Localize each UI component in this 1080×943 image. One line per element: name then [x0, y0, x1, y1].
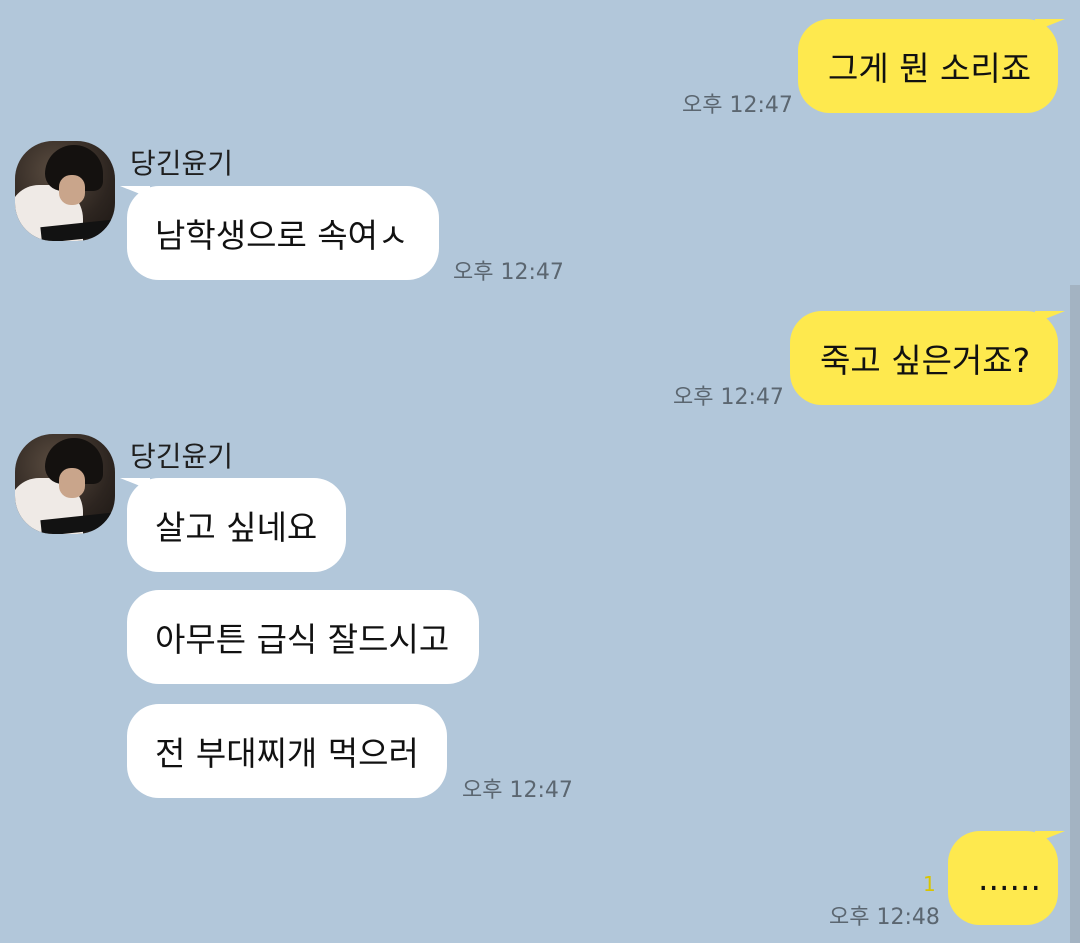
bubble-tail	[1035, 311, 1065, 323]
scrollbar[interactable]	[1070, 285, 1080, 943]
avatar[interactable]	[15, 141, 115, 241]
message-time: 오후 12:47	[682, 93, 793, 118]
message-bubble-mine[interactable]: 죽고 싶은거죠?	[790, 311, 1058, 405]
message-time: 오후 12:47	[453, 260, 564, 285]
message-time: 오후 12:47	[673, 385, 784, 410]
message-bubble-theirs[interactable]: 남학생으로 속여ㅅ	[127, 186, 439, 280]
message-bubble-mine[interactable]: ......	[948, 831, 1058, 925]
bubble-tail	[1035, 19, 1065, 31]
sender-name: 당긴윤기	[130, 440, 234, 473]
message-bubble-mine[interactable]: 그게 뭔 소리죠	[798, 19, 1058, 113]
bubble-tail	[120, 478, 150, 490]
unread-count: 1	[923, 872, 936, 896]
message-text: 전 부대찌개 먹으러	[155, 734, 419, 773]
message-time: 오후 12:47	[462, 778, 573, 803]
message-text: 아무튼 급식 잘드시고	[155, 620, 450, 659]
avatar-face	[59, 175, 85, 205]
message-bubble-theirs[interactable]: 살고 싶네요	[127, 478, 346, 572]
message-text: 그게 뭔 소리죠	[828, 49, 1032, 88]
message-text: 살고 싶네요	[155, 508, 318, 547]
sender-name: 당긴윤기	[130, 147, 234, 180]
message-time: 오후 12:48	[829, 905, 940, 930]
bubble-tail	[120, 186, 150, 198]
message-bubble-theirs[interactable]: 전 부대찌개 먹으러	[127, 704, 447, 798]
message-bubble-theirs[interactable]: 아무튼 급식 잘드시고	[127, 590, 479, 684]
message-text: 남학생으로 속여ㅅ	[155, 216, 409, 255]
message-text: 죽고 싶은거죠?	[820, 341, 1031, 380]
bubble-tail	[1035, 831, 1065, 843]
message-text: ......	[978, 858, 1041, 898]
avatar-face	[59, 468, 85, 498]
avatar[interactable]	[15, 434, 115, 534]
